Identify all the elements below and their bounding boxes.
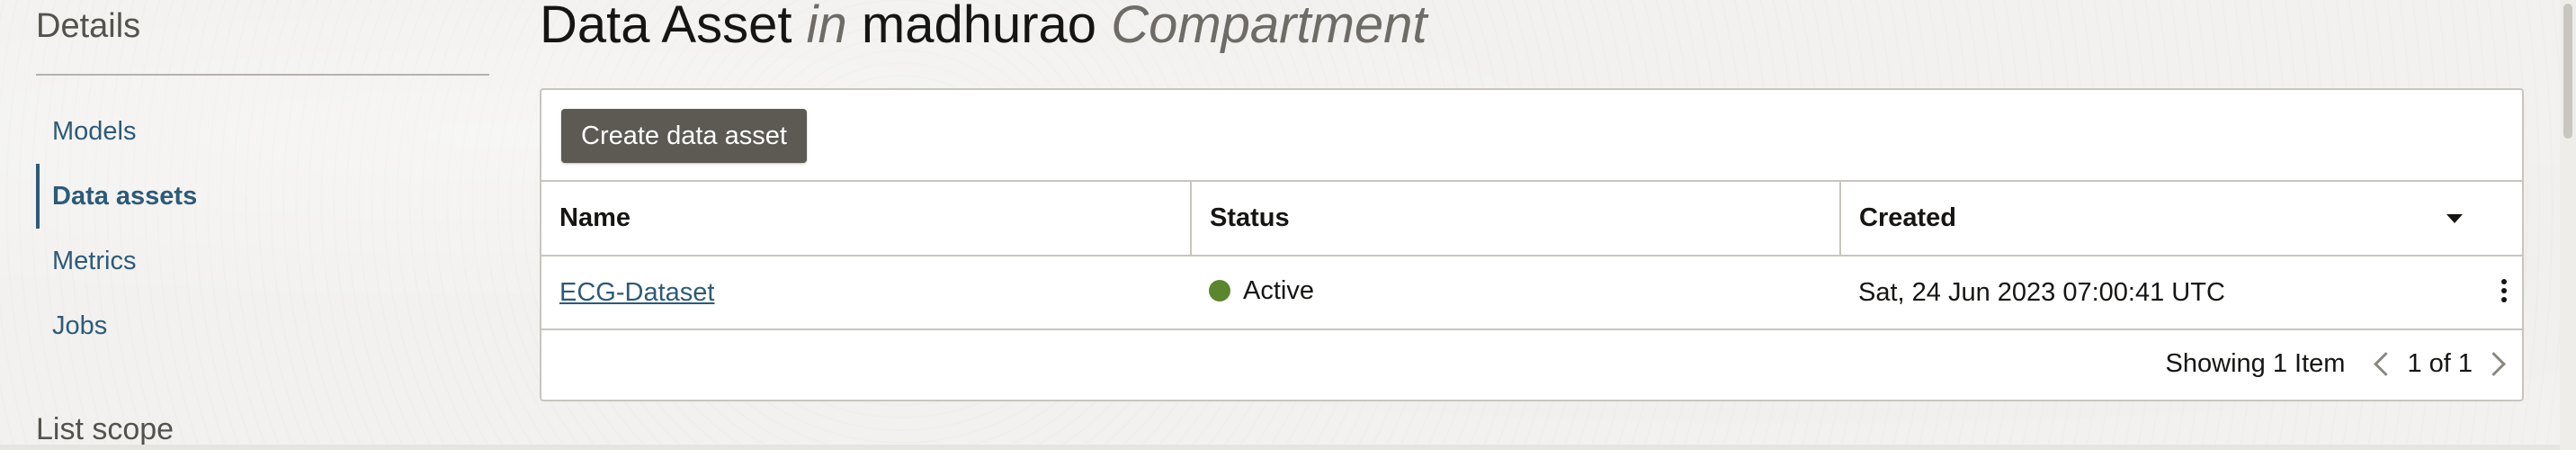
page-title-resource: Data Asset [540, 0, 792, 54]
nav-list: Models Data assets Metrics Jobs [36, 99, 489, 358]
page-scrollbar[interactable] [2560, 0, 2576, 450]
pagination-count: Showing 1 Item [2165, 348, 2346, 378]
table-toolbar: Create data asset [541, 90, 2522, 182]
bottom-edge [0, 445, 2560, 450]
chevron-left-icon[interactable] [2374, 351, 2399, 376]
scrollbar-thumb[interactable] [2563, 4, 2572, 139]
column-header-status-label: Status [1210, 203, 1290, 232]
column-header-name-label: Name [559, 203, 631, 232]
pagination-page: 1 of 1 [2407, 348, 2473, 378]
column-header-name[interactable]: Name [541, 182, 1192, 256]
data-assets-table: Name Status Created ECG-Dataset Active S… [541, 182, 2522, 330]
sidebar-item-models[interactable]: Models [36, 99, 489, 164]
sidebar-item-metrics[interactable]: Metrics [36, 229, 489, 293]
create-data-asset-button[interactable]: Create data asset [561, 109, 807, 163]
status-active-icon [1209, 280, 1230, 302]
list-scope-heading: List scope [36, 412, 174, 446]
status-label: Active [1243, 275, 1314, 305]
kebab-menu-icon[interactable] [2499, 279, 2509, 306]
chevron-down-icon[interactable] [2446, 213, 2463, 223]
page-title-compartment: madhurao [861, 0, 1097, 54]
cell-name: ECG-Dataset [541, 256, 1191, 330]
cell-created: Sat, 24 Jun 2023 07:00:41 UTC [1840, 256, 2522, 330]
sidebar-item-jobs[interactable]: Jobs [36, 293, 489, 358]
pagination: Showing 1 Item 1 of 1 [2165, 328, 2506, 400]
table-row: ECG-Dataset Active Sat, 24 Jun 2023 07:0… [541, 256, 2522, 330]
data-asset-link[interactable]: ECG-Dataset [559, 278, 714, 307]
nav-heading: Details [36, 7, 141, 45]
table-header-row: Name Status Created [541, 182, 2522, 256]
chevron-right-icon[interactable] [2482, 351, 2506, 376]
created-timestamp: Sat, 24 Jun 2023 07:00:41 UTC [1858, 277, 2225, 307]
page-title: Data Asset in madhurao Compartment [540, 0, 1427, 55]
column-header-created[interactable]: Created [1840, 182, 2522, 256]
sidebar-item-data-assets[interactable]: Data assets [36, 164, 489, 229]
nav-divider [36, 74, 489, 76]
data-assets-panel: Create data asset Name Status Created EC… [540, 88, 2524, 401]
cell-status: Active [1191, 256, 1840, 330]
column-header-status[interactable]: Status [1191, 182, 1841, 256]
left-nav: Details Models Data assets Metrics Jobs … [0, 0, 504, 450]
column-header-created-label: Created [1859, 203, 1956, 232]
page-title-compartment-label: Compartment [1111, 0, 1427, 54]
page-title-connector: in [806, 0, 847, 54]
status-indicator: Active [1209, 276, 1314, 306]
